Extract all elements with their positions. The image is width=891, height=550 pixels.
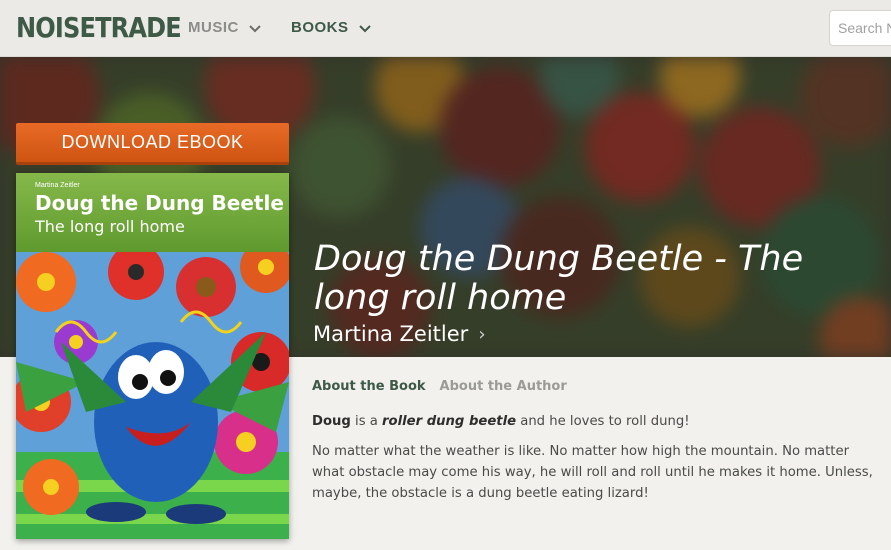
nav-books-label: BOOKS [291,19,349,36]
description-emphasis: roller dung beetle [382,414,517,429]
book-cover[interactable]: Martina Zeitler Doug the Dung Beetle The… [16,173,289,539]
nav-music-label: MUSIC [188,19,239,36]
tab-about-book[interactable]: About the Book [312,379,426,394]
cover-subtitle: The long roll home [35,217,185,236]
description-text-a: is a [350,414,383,429]
cover-title-band: Martina Zeitler Doug the Dung Beetle The… [16,173,289,252]
description-name: Doug [312,414,351,429]
nav-books[interactable]: BOOKS [291,19,373,36]
search-input[interactable] [829,10,891,46]
book-title: Doug the Dung Beetle - The long roll hom… [314,239,804,318]
chevron-right-icon: › [478,323,486,345]
description-text-b: and he loves to roll dung! [516,414,690,429]
cover-title: Doug the Dung Beetle [35,191,284,215]
nav-music[interactable]: MUSIC [188,19,263,36]
chevron-down-icon [249,24,261,32]
author-link[interactable]: Martina Zeitler › [313,322,486,346]
download-ebook-button[interactable]: DOWNLOAD EBOOK [16,123,289,165]
author-name: Martina Zeitler [313,322,469,346]
description-body: No matter what the weather is like. No m… [312,444,873,501]
chevron-down-icon [358,24,371,32]
info-tabs: About the Book About the Author [312,379,567,394]
tab-about-author[interactable]: About the Author [440,379,567,394]
site-logo[interactable]: NOISETRADE [16,11,182,44]
description-intro: Doug is a roller dung beetle and he love… [312,411,882,432]
page: NOISETRADE MUSIC BOOKS Search N DOWNLOAD… [0,0,891,550]
cover-author: Martina Zeitler [35,182,80,189]
site-header: NOISETRADE MUSIC BOOKS [0,0,891,57]
cover-illustration [16,252,289,539]
